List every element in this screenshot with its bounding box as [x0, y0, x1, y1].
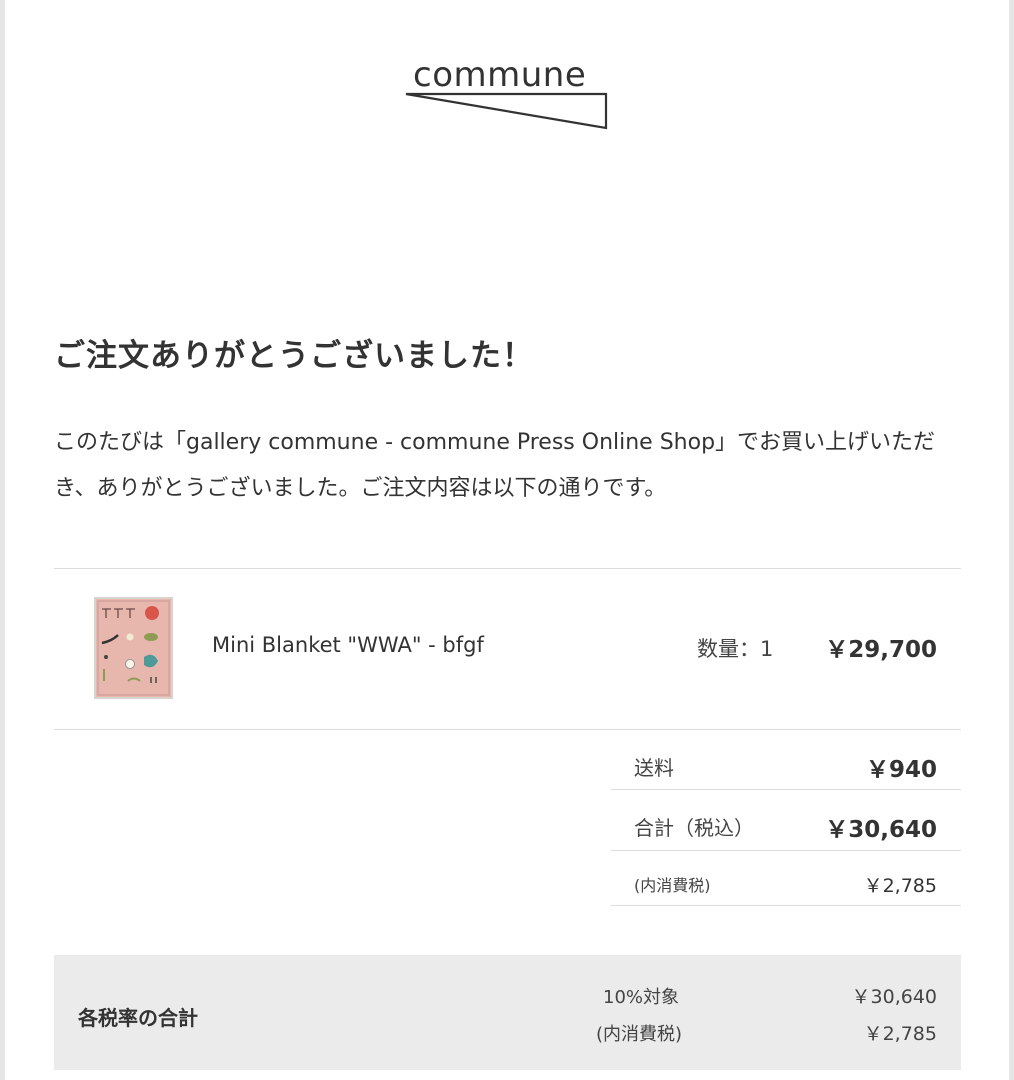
shipping-value: ￥940 [865, 757, 937, 783]
divider-tax [611, 905, 961, 906]
logo-wedge-icon [405, 92, 608, 130]
email-frame [0, 0, 1014, 1080]
total-label: 合計（税込） [634, 816, 754, 840]
item-price: ￥29,700 [825, 637, 937, 663]
divider-total [611, 850, 961, 851]
blanket-pattern-icon [96, 599, 171, 697]
page-title: ご注文ありがとうございました！ [54, 338, 534, 374]
total-value: ￥30,640 [825, 817, 937, 843]
included-tax-value: ￥2,785 [863, 875, 937, 897]
tax-rate-inner-tax-label: (内消費税) [596, 1024, 683, 1045]
divider-top [54, 568, 961, 569]
intro-text: このたびは「gallery commune - commune Press On… [54, 430, 936, 501]
tax-rate-inner-tax-value: ￥2,785 [863, 1023, 937, 1045]
product-thumbnail[interactable] [94, 597, 173, 699]
divider-shipping [611, 789, 961, 790]
tax-rate-value: ￥30,640 [851, 986, 937, 1008]
commune-logo: commune [400, 54, 615, 136]
item-name[interactable]: Mini Blanket "WWA" - bfgf [212, 633, 484, 657]
included-tax-label: (内消費税) [634, 876, 711, 895]
tax-rate-summary: 各税率の合計 10%対象 ￥30,640 (内消費税) ￥2,785 [54, 955, 961, 1070]
tax-rate-summary-title: 各税率の合計 [78, 1006, 198, 1030]
quantity-value: 1 [760, 637, 774, 661]
tax-rate-label: 10%対象 [603, 987, 680, 1008]
quantity-label: 数量： [697, 637, 760, 661]
item-quantity: 数量：1 [697, 633, 773, 663]
shipping-label: 送料 [634, 756, 674, 780]
divider-item [54, 729, 961, 730]
